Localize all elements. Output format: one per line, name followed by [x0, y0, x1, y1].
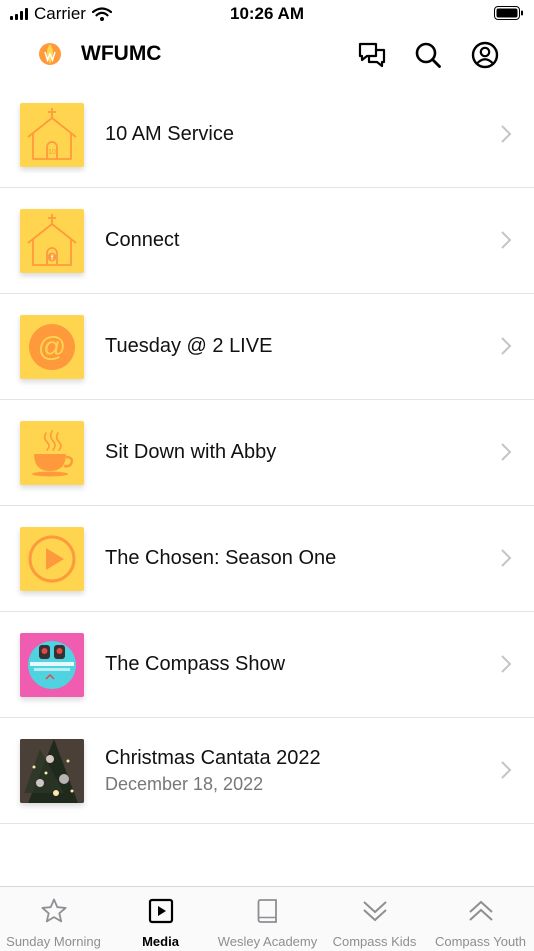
item-text: Sit Down with Abby — [105, 400, 276, 505]
book-icon — [257, 899, 277, 923]
chat-bubbles-icon — [358, 42, 386, 68]
item-title: The Compass Show — [105, 653, 286, 675]
compass-show-artwork — [20, 633, 84, 697]
tab-compass-kids[interactable]: Compass Kids — [321, 887, 428, 951]
status-bar: Carrier 10:26 AM — [0, 0, 534, 28]
tab-compass-youth[interactable]: Compass Youth — [427, 887, 534, 951]
media-list: 10 10 AM Service f Connect @ Tuesday @ 2… — [0, 82, 534, 824]
item-text: Tuesday @ 2 LIVE — [105, 294, 272, 399]
item-title: 10 AM Service — [105, 123, 234, 145]
tab-label: Media — [142, 934, 179, 949]
profile-button[interactable] — [468, 38, 502, 72]
double-chevron-up-icon — [468, 900, 493, 921]
chevron-right-icon — [501, 443, 512, 461]
chevron-right-icon — [501, 549, 512, 567]
svg-text:10: 10 — [48, 149, 56, 156]
battery-icon — [494, 6, 523, 20]
church-icon: 10 — [20, 103, 84, 167]
double-chevron-down-icon — [362, 901, 387, 922]
church-logo-icon — [39, 43, 61, 65]
app-title: WFUMC — [81, 42, 162, 65]
item-title: Connect — [105, 229, 180, 251]
list-item[interactable]: 10 10 AM Service — [0, 82, 534, 188]
tab-wesley-academy[interactable]: Wesley Academy — [214, 887, 321, 951]
tab-label: Sunday Morning — [6, 934, 101, 949]
at-sign-icon: @ — [20, 315, 84, 379]
star-icon — [41, 898, 66, 923]
tab-label: Compass Kids — [332, 934, 417, 949]
item-text: 10 AM Service — [105, 82, 234, 187]
item-text: Christmas Cantata 2022 December 18, 2022 — [105, 718, 321, 823]
tab-bar: Sunday Morning Media Wesley Academy Comp… — [0, 886, 534, 951]
list-item[interactable]: Sit Down with Abby — [0, 400, 534, 506]
chevron-right-icon — [501, 655, 512, 673]
item-text: The Chosen: Season One — [105, 506, 336, 611]
list-item[interactable]: f Connect — [0, 188, 534, 294]
list-item[interactable]: The Compass Show — [0, 612, 534, 718]
tab-media[interactable]: Media — [107, 887, 214, 951]
clock: 10:26 AM — [229, 4, 304, 23]
search-button[interactable] — [411, 38, 445, 72]
item-text: Connect — [105, 188, 180, 293]
tab-sunday-morning[interactable]: Sunday Morning — [0, 887, 107, 951]
list-item[interactable]: The Chosen: Season One — [0, 506, 534, 612]
christmas-tree-photo — [20, 739, 84, 803]
list-item[interactable]: Christmas Cantata 2022 December 18, 2022 — [0, 718, 534, 824]
church-facebook-icon: f — [20, 209, 84, 273]
account-icon — [471, 41, 499, 69]
item-title: Sit Down with Abby — [105, 441, 277, 463]
search-icon — [415, 42, 441, 68]
list-item[interactable]: @ Tuesday @ 2 LIVE — [0, 294, 534, 400]
chevron-right-icon — [501, 231, 512, 249]
app-header: WFUMC — [0, 28, 534, 82]
tab-label: Wesley Academy — [217, 934, 318, 949]
tab-label: Compass Youth — [434, 934, 527, 949]
play-circle-icon — [20, 527, 84, 591]
item-title: Tuesday @ 2 LIVE — [105, 335, 273, 357]
chevron-right-icon — [501, 337, 512, 355]
chevron-right-icon — [501, 125, 512, 143]
item-title: Christmas Cantata 2022 — [105, 746, 321, 769]
coffee-cup-icon — [20, 421, 84, 485]
svg-text:@: @ — [38, 331, 66, 362]
messages-button[interactable] — [355, 38, 389, 72]
item-title: The Chosen: Season One — [105, 547, 337, 569]
chevron-right-icon — [501, 761, 512, 779]
item-subtitle: December 18, 2022 — [105, 773, 264, 794]
play-square-icon — [148, 898, 173, 924]
item-text: The Compass Show — [105, 612, 285, 717]
